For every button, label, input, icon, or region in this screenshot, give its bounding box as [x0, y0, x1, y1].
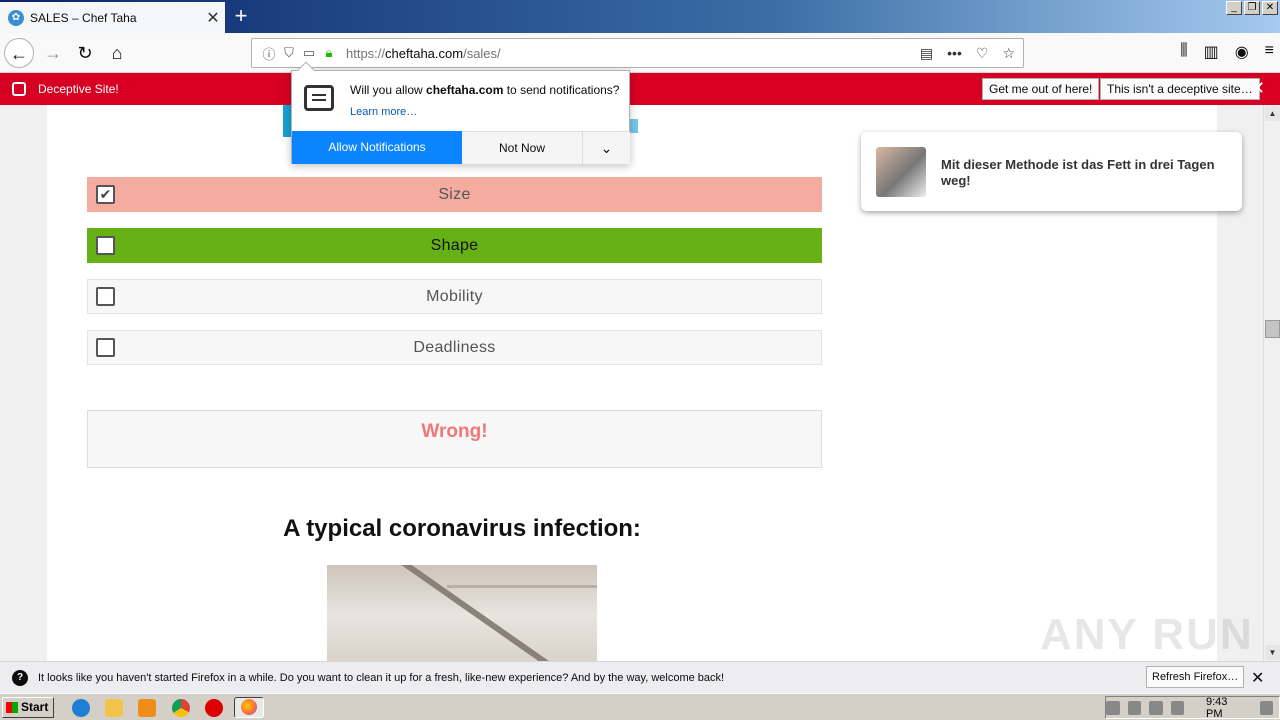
option-label: Mobility — [426, 288, 483, 305]
refresh-firefox-button[interactable]: Refresh Firefox… — [1146, 666, 1245, 688]
chevron-down-icon[interactable]: ⌄ — [582, 131, 630, 164]
refresh-message: It looks like you haven't started Firefo… — [38, 671, 725, 684]
not-now-button[interactable]: Not Now — [462, 131, 582, 164]
ad-thumbnail — [876, 147, 926, 197]
chrome-icon[interactable] — [172, 699, 190, 717]
maximize-button[interactable]: ❐ — [1244, 1, 1260, 15]
folder-icon[interactable] — [105, 699, 123, 717]
url-text[interactable]: https://cheftaha.com/sales/ — [346, 46, 920, 61]
scroll-thumb[interactable] — [1265, 320, 1280, 338]
forward-arrow-icon[interactable]: → — [38, 38, 68, 68]
scroll-down-icon[interactable]: ▼ — [1265, 645, 1280, 660]
anyrun-watermark: ANY RUN — [1040, 610, 1254, 659]
more-actions-icon[interactable]: ••• — [947, 45, 962, 62]
sidebar-icon[interactable]: ▥ — [1204, 42, 1219, 62]
learn-more-link[interactable]: Learn more… — [350, 106, 417, 118]
site-favicon-icon: ✿ — [8, 9, 24, 26]
bookmark-star-icon[interactable]: ☆ — [1002, 45, 1015, 62]
clock: 9:43 PM — [1206, 695, 1228, 720]
home-icon[interactable]: ⌂ — [102, 38, 132, 68]
browser-tab[interactable]: ✿ SALES – Chef Taha ✕ — [0, 2, 225, 33]
tab-close-icon[interactable]: ✕ — [201, 8, 225, 28]
allow-notifications-button[interactable]: Allow Notifications — [292, 131, 462, 164]
notification-icon — [304, 85, 334, 111]
firefox-taskbar-button[interactable] — [234, 697, 264, 718]
ad-text[interactable]: Mit dieser Methode ist das Fett in drei … — [941, 157, 1226, 189]
quiz-option-mobility[interactable]: Mobility — [87, 279, 822, 314]
reader-view-icon[interactable]: ▤ — [920, 45, 933, 62]
show-desktop-icon[interactable] — [1259, 700, 1273, 715]
title-bar: ✿ SALES – Chef Taha ✕ + _ ❐ ✕ — [0, 0, 1280, 33]
network-icon[interactable] — [1149, 700, 1163, 715]
checkbox[interactable] — [96, 338, 115, 357]
info-icon: ? — [12, 669, 28, 686]
option-label: Deadliness — [413, 339, 496, 356]
article-photo — [327, 565, 597, 661]
checkbox[interactable] — [96, 236, 115, 255]
notification-permission-popup: Will you allow cheftaha.com to send noti… — [291, 61, 630, 164]
media-player-icon[interactable] — [138, 699, 156, 717]
quiz-option-shape[interactable]: Shape — [87, 228, 822, 263]
lock-icon[interactable]: 🔒︎ — [320, 45, 338, 61]
navigation-toolbar: ← → ↻ ⌂ ⓘ ⛉ ▭ 🔒︎ https://cheftaha.com/sa… — [0, 33, 1280, 73]
close-icon[interactable]: ✕ — [1250, 78, 1265, 99]
ad-notification-card[interactable]: Mit dieser Methode ist das Fett in drei … — [861, 132, 1242, 211]
window-controls: _ ❐ ✕ — [1226, 1, 1278, 15]
volume-icon[interactable] — [1170, 700, 1184, 715]
quiz-result-box: Wrong! — [87, 410, 822, 468]
new-tab-button[interactable]: + — [228, 4, 254, 30]
site-logo-fragment — [283, 105, 291, 137]
scroll-up-icon[interactable]: ▲ — [1265, 106, 1280, 121]
opera-icon[interactable] — [205, 699, 223, 717]
hamburger-menu-icon[interactable]: ≡ — [1265, 42, 1274, 62]
option-label: Shape — [430, 237, 479, 254]
firefox-refresh-bar: ? It looks like you haven't started Fire… — [0, 661, 1280, 693]
account-icon[interactable]: ◉ — [1235, 42, 1249, 62]
deceptive-site-warning-bar: Deceptive Site! Get me out of here! This… — [0, 73, 1280, 105]
photo-detail — [447, 585, 597, 588]
url-bar[interactable]: ⓘ ⛉ ▭ 🔒︎ https://cheftaha.com/sales/ ▤ •… — [251, 38, 1024, 68]
checkbox[interactable] — [96, 287, 115, 306]
back-arrow-icon[interactable]: ← — [4, 38, 34, 68]
tracking-shield-icon[interactable]: ⛉ — [280, 45, 298, 61]
pocket-icon[interactable]: ♡ — [976, 45, 989, 62]
option-label: Size — [438, 186, 471, 203]
photo-detail — [387, 565, 555, 661]
warning-icon — [12, 82, 26, 96]
deceptive-message: Deceptive Site! — [38, 82, 119, 96]
library-icon[interactable]: ⫼ — [1180, 42, 1187, 62]
checkbox-checked[interactable]: ✔ — [96, 185, 115, 204]
article-heading: A typical coronavirus infection: — [283, 515, 641, 542]
not-deceptive-button[interactable]: This isn't a deceptive site… — [1100, 78, 1260, 100]
minimize-button[interactable]: _ — [1226, 1, 1242, 15]
tab-title: SALES – Chef Taha — [30, 10, 137, 25]
close-icon[interactable]: ✕ — [1251, 668, 1264, 688]
quiz-option-size[interactable]: Size ✔ — [87, 177, 822, 212]
flag-icon[interactable] — [1127, 700, 1141, 715]
quiz-option-deadliness[interactable]: Deadliness — [87, 330, 822, 365]
start-button[interactable]: Start — [2, 697, 54, 718]
close-window-button[interactable]: ✕ — [1262, 1, 1278, 15]
internet-explorer-icon[interactable] — [72, 699, 90, 717]
taskbar: Start 9:43 PM — [0, 693, 1280, 720]
system-tray: 9:43 PM — [1105, 695, 1280, 720]
reload-icon[interactable]: ↻ — [70, 38, 100, 68]
info-icon[interactable]: ⓘ — [260, 44, 278, 63]
tray-expand-icon[interactable] — [1106, 700, 1120, 715]
quiz-result-text: Wrong! — [421, 421, 488, 442]
page-scrollbar[interactable]: ▲ ▼ — [1263, 105, 1280, 661]
notification-icon[interactable]: ▭ — [300, 45, 318, 61]
page-content: Size ✔ Shape Mobility Deadliness Wrong! … — [0, 105, 1263, 661]
permission-message: Will you allow cheftaha.com to send noti… — [350, 83, 620, 97]
get-me-out-button[interactable]: Get me out of here! — [982, 78, 1100, 100]
